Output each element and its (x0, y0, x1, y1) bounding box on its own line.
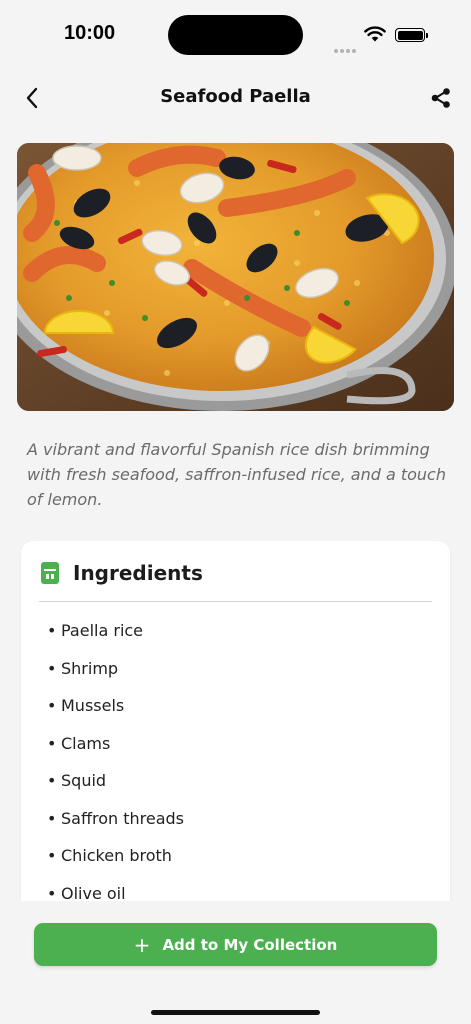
ingredient-label: Squid (61, 771, 107, 790)
paella-illustration (17, 143, 454, 411)
signal-icon (334, 38, 358, 57)
ingredient-item: • Clams (47, 733, 111, 753)
ingredient-label: Olive oil (61, 883, 126, 903)
ingredient-label: Chicken broth (61, 846, 172, 865)
plus-icon: + (133, 932, 151, 957)
home-indicator (151, 1010, 320, 1015)
ingredient-label: Paella rice (61, 621, 144, 640)
ingredient-item: • Chicken broth (47, 846, 172, 865)
add-to-collection-button[interactable]: + Add to My Collection (34, 923, 437, 966)
nav-bar: Seafood Paella (0, 76, 471, 120)
ingredient-label: Shrimp (61, 658, 119, 678)
dynamic-island (168, 15, 303, 55)
ingredients-icon (41, 562, 59, 584)
ingredient-label: Mussels (61, 696, 125, 715)
page-title: Seafood Paella (160, 86, 311, 107)
share-button[interactable] (425, 82, 457, 114)
ingredients-title: Ingredients (73, 561, 203, 585)
share-icon (431, 88, 450, 108)
ingredient-item: • Mussels (47, 696, 125, 715)
ingredient-item: • Saffron threads (47, 808, 185, 828)
ingredients-card: Ingredients • Paella rice • Shrimp • Mussel… (21, 541, 450, 921)
divider (39, 601, 432, 602)
recipe-description: A vibrant and flavorful Spanish rice dis… (27, 440, 446, 509)
ingredients-header: Ingredients (41, 561, 203, 585)
ingredient-item: • Squid (47, 771, 107, 790)
ingredients-list: • Paella rice • Shrimp • Mussels • Clams • Sq… (47, 621, 184, 921)
battery-icon (395, 28, 428, 42)
status-time: 10:00 (64, 22, 116, 44)
add-to-collection-label: Add to My Collection (162, 935, 338, 954)
recipe-detail-screen: 10:00 Seafood Paella A vibrant and flavo… (0, 0, 471, 1024)
wifi-icon (364, 26, 386, 42)
ingredient-label: Saffron threads (61, 808, 185, 828)
ingredient-item: • Paella rice (47, 621, 144, 640)
ingredient-item: • Shrimp (47, 658, 119, 678)
recipe-image (17, 143, 454, 411)
status-bar: 10:00 (0, 0, 471, 70)
ingredient-label: Clams (61, 733, 111, 753)
